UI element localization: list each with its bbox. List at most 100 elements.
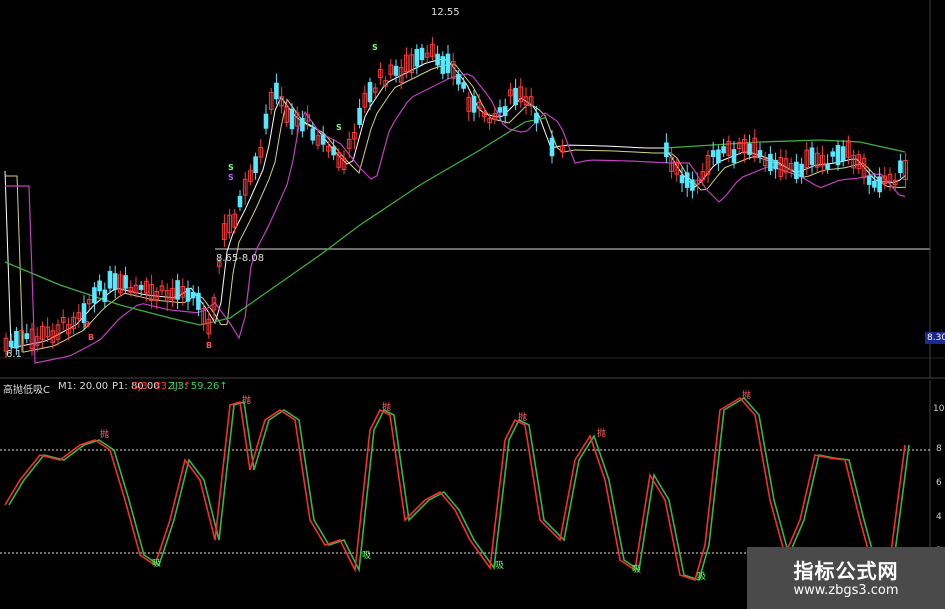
candle-body bbox=[320, 134, 326, 145]
candle-body bbox=[8, 340, 14, 347]
candle-body bbox=[513, 87, 518, 106]
sell-tag: 抛 bbox=[382, 401, 391, 413]
candle-body bbox=[872, 180, 877, 188]
candle-body bbox=[679, 175, 685, 184]
candle-body bbox=[757, 150, 763, 157]
watermark-box: 指标公式网 www.zbgs3.com bbox=[747, 547, 945, 609]
ma-long-green-line bbox=[4, 117, 546, 326]
candle-body bbox=[102, 289, 108, 302]
candle-body bbox=[471, 96, 477, 113]
candle-body bbox=[866, 175, 872, 185]
candle-body bbox=[263, 113, 269, 129]
ma-long-purple-line bbox=[5, 73, 906, 364]
candle-body bbox=[445, 53, 451, 74]
watermark-url[interactable]: www.zbgs3.com bbox=[747, 583, 945, 598]
candle-body bbox=[112, 273, 118, 290]
candle-body bbox=[190, 291, 196, 299]
buy-tag: 吸 bbox=[495, 560, 504, 571]
osc-tick-10: 10 bbox=[933, 404, 945, 414]
candle-body bbox=[825, 163, 830, 170]
signal-letter: B bbox=[84, 320, 90, 329]
candle-body bbox=[414, 49, 420, 67]
candle-body bbox=[185, 287, 191, 302]
ma-long-green-line-right bbox=[664, 139, 906, 153]
candle-body bbox=[502, 106, 508, 117]
candle-body bbox=[721, 146, 726, 154]
candle-body bbox=[367, 82, 373, 103]
candle-body bbox=[497, 107, 503, 113]
indicator-m1: M1: 20.00 bbox=[58, 381, 109, 392]
signal-letter: B bbox=[206, 341, 212, 350]
candle-body bbox=[747, 143, 752, 155]
candle-body bbox=[794, 161, 799, 180]
candle-body bbox=[289, 108, 295, 130]
candle-body bbox=[107, 270, 113, 289]
candle-body bbox=[835, 144, 841, 166]
buy-tag: 吸 bbox=[362, 550, 371, 561]
osc-tick-4: 4 bbox=[936, 512, 942, 522]
signal-tags: 抛抛抛抛抛抛吸吸吸 吸吸SBSBSBS bbox=[84, 43, 751, 582]
candle-body bbox=[331, 146, 336, 156]
ma-mid-line bbox=[5, 63, 906, 353]
sell-tag: 抛 bbox=[742, 389, 751, 401]
candle-body bbox=[357, 107, 362, 125]
candle-body bbox=[123, 275, 128, 289]
buy-tag: 吸 bbox=[632, 564, 641, 575]
sell-tag: 抛 bbox=[597, 427, 606, 439]
moving-average-lines bbox=[4, 58, 906, 364]
candle-body bbox=[534, 112, 539, 124]
signal-letter: B bbox=[88, 333, 94, 342]
candle-body bbox=[274, 82, 279, 100]
signal-letter: S bbox=[336, 123, 342, 132]
candle-body bbox=[300, 117, 305, 132]
candle-body bbox=[24, 333, 30, 340]
candle-body bbox=[731, 149, 737, 163]
candle-body bbox=[393, 65, 399, 76]
candle-body bbox=[419, 47, 425, 61]
candle-body bbox=[14, 330, 19, 349]
osc-tick-8: 8 bbox=[936, 444, 942, 454]
stock-chart: 抛抛抛抛抛抛吸吸吸 吸吸SBSBSBS bbox=[0, 0, 945, 609]
buy-tag: 吸 bbox=[152, 558, 161, 569]
candle-body bbox=[809, 147, 815, 165]
indicator-title[interactable]: 高抛低吸C bbox=[3, 381, 50, 396]
candle-body bbox=[690, 179, 695, 191]
sell-tag: 抛 bbox=[242, 394, 251, 406]
high-price-label: 12.55 bbox=[431, 7, 460, 18]
candle-body bbox=[830, 151, 836, 157]
candle-body bbox=[664, 142, 669, 158]
candle-body bbox=[440, 56, 446, 74]
right-axis-price: 8.30 bbox=[925, 332, 945, 344]
start-price-label: 6.1 bbox=[6, 349, 22, 360]
candle-body bbox=[175, 280, 180, 300]
candle-body bbox=[138, 284, 144, 290]
sell-tag: 抛 bbox=[100, 428, 109, 440]
signal-letter: S bbox=[372, 43, 378, 52]
candle-body bbox=[716, 149, 721, 164]
signal-letter: S bbox=[228, 163, 234, 172]
candle-body bbox=[435, 53, 440, 66]
range-label: 8.65-8.08 bbox=[216, 253, 265, 264]
candle-body bbox=[456, 74, 461, 85]
candle-body bbox=[799, 163, 804, 177]
sell-tag: 抛 bbox=[518, 411, 527, 423]
candle-body bbox=[310, 128, 316, 141]
candle-body bbox=[898, 160, 903, 174]
candle-body bbox=[768, 153, 773, 172]
candle-body bbox=[237, 195, 243, 208]
candle-body bbox=[461, 82, 466, 89]
buy-tag: 吸 bbox=[697, 571, 706, 582]
candle-body bbox=[877, 176, 882, 193]
candle-body bbox=[710, 150, 716, 158]
osc-tick-6: 6 bbox=[936, 478, 942, 488]
candle-body bbox=[92, 287, 97, 304]
candle-body bbox=[684, 172, 690, 188]
candle-body bbox=[253, 156, 258, 174]
signal-letter: S bbox=[228, 173, 234, 182]
watermark-title: 指标公式网 bbox=[793, 559, 899, 583]
candle-body bbox=[840, 146, 846, 162]
candle-body bbox=[549, 137, 555, 157]
indicator-zj: ZJ3: 59.26↑ bbox=[168, 381, 228, 392]
candle-body bbox=[773, 159, 778, 170]
candle-body bbox=[196, 292, 201, 310]
